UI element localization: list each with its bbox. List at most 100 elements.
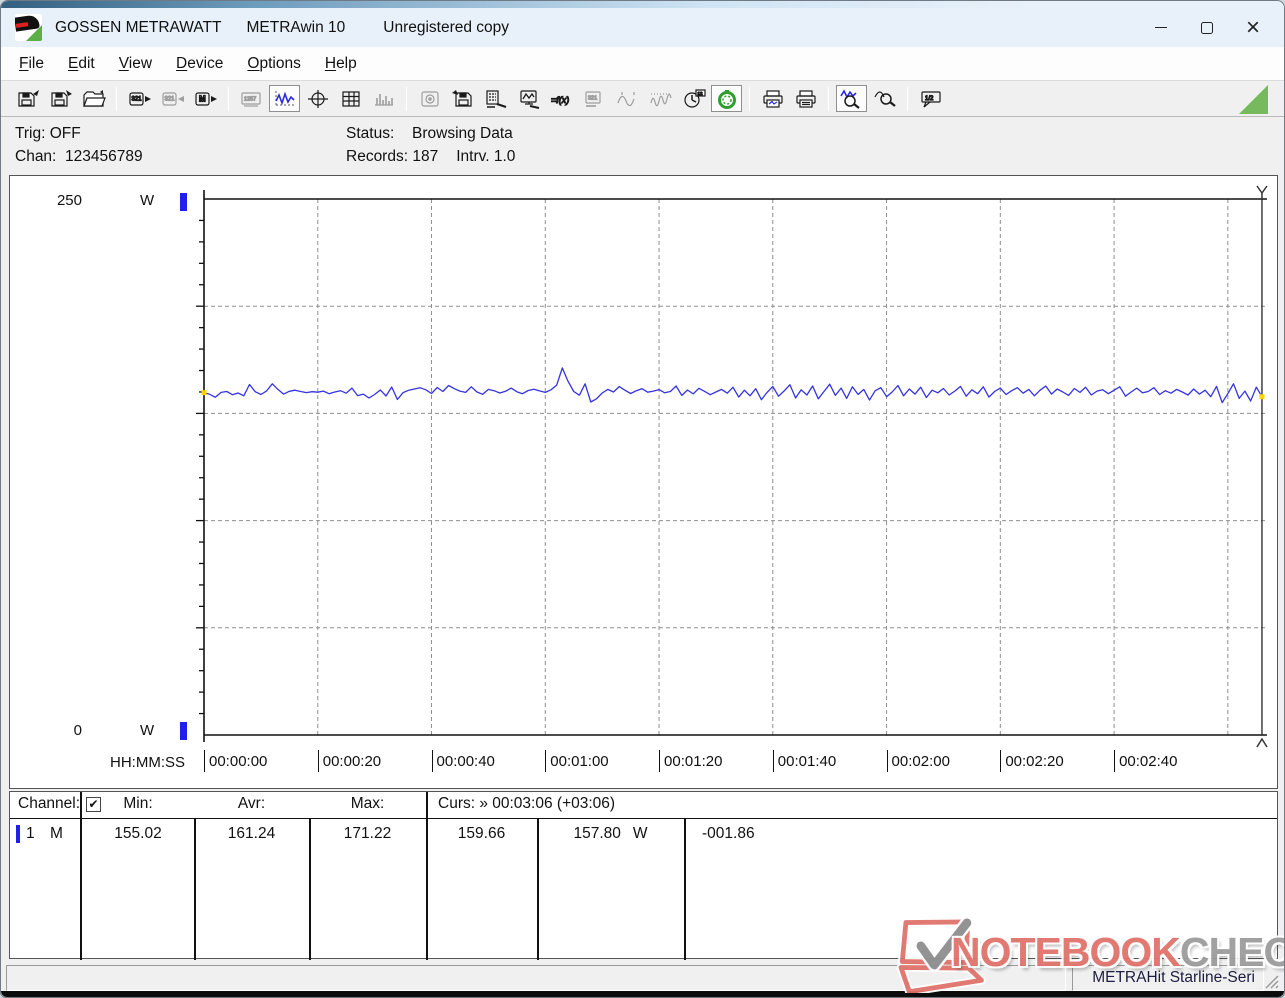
minimize-button[interactable] bbox=[1138, 11, 1184, 45]
menu-item-view[interactable]: View bbox=[107, 50, 164, 78]
maximize-button[interactable] bbox=[1184, 11, 1230, 45]
chart-view-icon[interactable] bbox=[269, 85, 300, 112]
x-axis-labels: HH:MM:SS 00:00:00 00:00:20 00:00:40 00:01:0… bbox=[10, 750, 1277, 776]
table-divider bbox=[684, 819, 686, 960]
records-value: 187 bbox=[412, 148, 439, 165]
channel-range-marker-top bbox=[180, 193, 187, 211]
chan-label: Chan: bbox=[15, 148, 57, 165]
power-trace-line bbox=[203, 367, 1263, 404]
x-axis-tick-00:01:20: 00:01:20 bbox=[659, 750, 722, 772]
x-axis-tick-00:01:00: 00:01:00 bbox=[545, 750, 609, 772]
y-axis-min-label: 0 bbox=[73, 722, 82, 739]
device-setup-icon bbox=[579, 85, 610, 112]
close-button[interactable]: × bbox=[1230, 11, 1276, 45]
display-setup-icon[interactable] bbox=[513, 85, 544, 112]
save-configuration-icon[interactable] bbox=[447, 85, 478, 112]
toolbar-separator bbox=[406, 86, 407, 111]
toolbar-separator bbox=[116, 86, 117, 111]
interval-label: Intrv. bbox=[456, 148, 490, 165]
menu-item-options[interactable]: Options bbox=[235, 50, 312, 78]
cursor-intersection-dot bbox=[1259, 394, 1265, 400]
header-min: Min: bbox=[123, 795, 153, 812]
status-panel: Trig: OFF Chan: 123456789 Status: Browsin… bbox=[1, 118, 1284, 175]
chart-plot-svg[interactable] bbox=[196, 182, 1279, 752]
open-file-icon[interactable] bbox=[78, 85, 109, 112]
value-cursor-end: 157.80 W bbox=[573, 825, 648, 842]
read-device-memory-icon[interactable] bbox=[190, 85, 221, 112]
trig-label: Trig: bbox=[15, 125, 46, 142]
table-view-icon[interactable] bbox=[335, 85, 366, 112]
chart-panel: 250 W 0 W HH:MM:SS 00:00:00 00:00:20 00:00… bbox=[9, 175, 1278, 789]
menu-item-device[interactable]: Device bbox=[164, 50, 235, 78]
channel-setup-icon[interactable] bbox=[480, 85, 511, 112]
read-from-device-icon[interactable] bbox=[124, 85, 155, 112]
x-axis-tick-00:00:20: 00:00:20 bbox=[317, 750, 381, 772]
menu-item-help[interactable]: Help bbox=[313, 50, 369, 78]
channel-range-marker-bottom bbox=[180, 722, 187, 740]
close-icon: × bbox=[1245, 13, 1260, 41]
chan-value: 123456789 bbox=[65, 148, 143, 165]
cursor-marker-bottom[interactable] bbox=[1256, 737, 1268, 748]
table-divider bbox=[426, 792, 428, 960]
header-channel: Channel: bbox=[18, 795, 81, 812]
app-window: GOSSEN METRAWATT METRAwin 10 Unregistere… bbox=[0, 0, 1285, 998]
status-value: Browsing Data bbox=[412, 125, 513, 142]
toolbar-separator bbox=[749, 86, 750, 111]
header-max: Max: bbox=[350, 795, 385, 812]
value-min: 155.02 bbox=[114, 825, 162, 842]
watermark-text-primary: NOTEBOOK bbox=[951, 929, 1181, 975]
x-axis-tick-00:01:40: 00:01:40 bbox=[772, 750, 836, 772]
value-avr: 161.24 bbox=[227, 825, 276, 842]
time-format-label: HH:MM:SS bbox=[110, 754, 185, 771]
menu-item-edit[interactable]: Edit bbox=[56, 50, 107, 78]
print-preview-icon[interactable] bbox=[757, 85, 788, 112]
formula-icon[interactable] bbox=[546, 85, 577, 112]
zoom-horizontal-icon[interactable] bbox=[836, 85, 867, 112]
cursor-marker-top[interactable] bbox=[1256, 185, 1268, 195]
status-label: Status: bbox=[346, 125, 395, 142]
save-data-icon[interactable] bbox=[12, 85, 43, 112]
toolbar-separator bbox=[907, 86, 908, 111]
minimize-icon bbox=[1155, 27, 1167, 28]
channel-mode: M bbox=[50, 825, 63, 842]
y-axis-max-label: 250 bbox=[56, 192, 82, 209]
header-avr: Avr: bbox=[237, 795, 266, 812]
title-bar[interactable]: GOSSEN METRAWATT METRAwin 10 Unregistere… bbox=[1, 8, 1284, 47]
notebookcheck-watermark: NOTEBOOKCHECK bbox=[894, 913, 1284, 993]
toolbar-separator bbox=[828, 86, 829, 111]
send-to-device-icon bbox=[157, 85, 188, 112]
x-axis-tick-00:00:40: 00:00:40 bbox=[431, 750, 495, 772]
print-icon[interactable] bbox=[790, 85, 821, 112]
value-max: 171.22 bbox=[343, 825, 392, 842]
menu-bar: File Edit View Device Options Help bbox=[1, 47, 1284, 80]
x-axis-tick-00:02:20: 00:02:20 bbox=[1000, 750, 1064, 772]
title-app-name: GOSSEN METRAWATT bbox=[55, 18, 222, 36]
toolbar-separator bbox=[228, 86, 229, 111]
value-delta: -001.86 bbox=[702, 825, 755, 842]
x-axis-tick-00:00:00: 00:00:00 bbox=[204, 750, 267, 772]
trig-value: OFF bbox=[49, 125, 81, 142]
time-setup-icon[interactable] bbox=[678, 85, 709, 112]
value-unit: W bbox=[632, 825, 648, 842]
menu-item-file[interactable]: File bbox=[7, 50, 56, 78]
save-data-as-icon[interactable] bbox=[45, 85, 76, 112]
x-axis-tick-00:02:40: 00:02:40 bbox=[1114, 750, 1177, 772]
zoom-vertical-icon[interactable] bbox=[869, 85, 900, 112]
curve-overlay-icon bbox=[612, 85, 643, 112]
title-license-status: Unregistered copy bbox=[383, 18, 510, 36]
title-product-name: METRAwin 10 bbox=[246, 18, 346, 36]
interval-timer-icon[interactable] bbox=[711, 85, 742, 112]
y-axis-unit-top: W bbox=[140, 192, 155, 209]
header-cursor: Curs: » 00:03:06 (+03:06) bbox=[438, 795, 616, 812]
toolbar-corner-triangle bbox=[1239, 85, 1268, 114]
annotation-icon[interactable] bbox=[915, 85, 946, 112]
table-divider bbox=[80, 792, 82, 960]
cursor-intersection-dot bbox=[201, 390, 207, 396]
online-display-icon bbox=[236, 85, 267, 112]
xy-view-icon[interactable] bbox=[302, 85, 333, 112]
window-accent-strip bbox=[1, 1, 1284, 8]
histogram-view-icon bbox=[368, 85, 399, 112]
interval-value: 1.0 bbox=[493, 148, 516, 165]
channel-number: 1 bbox=[26, 825, 35, 842]
value-cursor-start: 159.66 bbox=[457, 825, 506, 842]
